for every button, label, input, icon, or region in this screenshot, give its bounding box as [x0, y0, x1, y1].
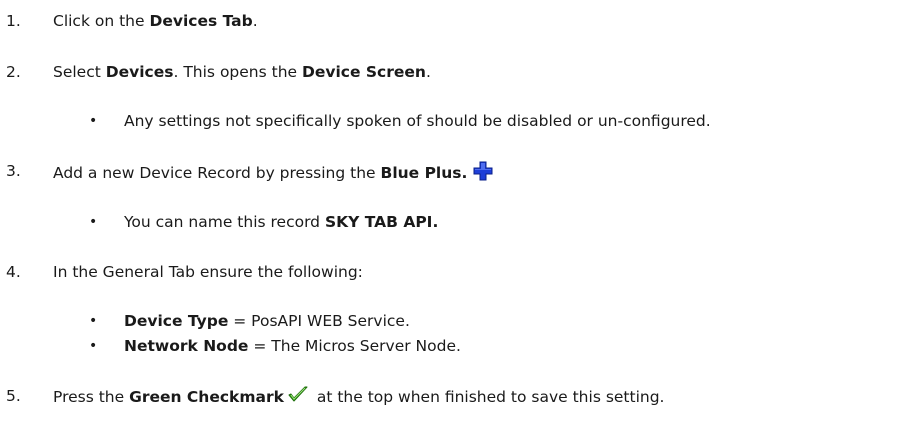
green-checkmark-label: Green Checkmark [129, 388, 284, 406]
devices-tab-label: Devices Tab [149, 12, 253, 30]
sky-tab-api-label: SKY TAB API. [324, 213, 439, 231]
step-number: 4. [6, 263, 21, 281]
network-node-label: Network Node [124, 337, 249, 355]
bullet-glyph: • [89, 338, 98, 354]
step-number: 5. [6, 387, 21, 405]
blue-plus-label: Blue Plus. [380, 164, 468, 182]
step-number: 3. [6, 162, 21, 180]
blue-plus-icon [473, 161, 493, 186]
step-number: 1. [6, 12, 21, 30]
green-checkmark-icon [288, 386, 308, 409]
bullet-text: Any settings not specifically spoken of … [124, 112, 711, 130]
bullet-glyph: • [89, 313, 98, 329]
step-text: Press the Green Checkmark at the top whe… [53, 386, 664, 409]
bullet-text: Device Type = PosAPI WEB Service. [124, 312, 410, 330]
bullet-text: Network Node = The Micros Server Node. [124, 337, 461, 355]
step-text: Add a new Device Record by pressing the … [53, 161, 493, 186]
bullet-text: You can name this record SKY TAB API. [124, 213, 439, 231]
bullet-glyph: • [89, 214, 98, 230]
device-screen-label: Device Screen [302, 63, 426, 81]
bullet-glyph: • [89, 113, 98, 129]
step-number: 2. [6, 63, 21, 81]
step-text: In the General Tab ensure the following: [53, 263, 363, 281]
step-text: Click on the Devices Tab. [53, 12, 258, 30]
device-type-label: Device Type [124, 312, 229, 330]
devices-label: Devices [105, 63, 174, 81]
step-text: Select Devices. This opens the Device Sc… [53, 63, 431, 81]
